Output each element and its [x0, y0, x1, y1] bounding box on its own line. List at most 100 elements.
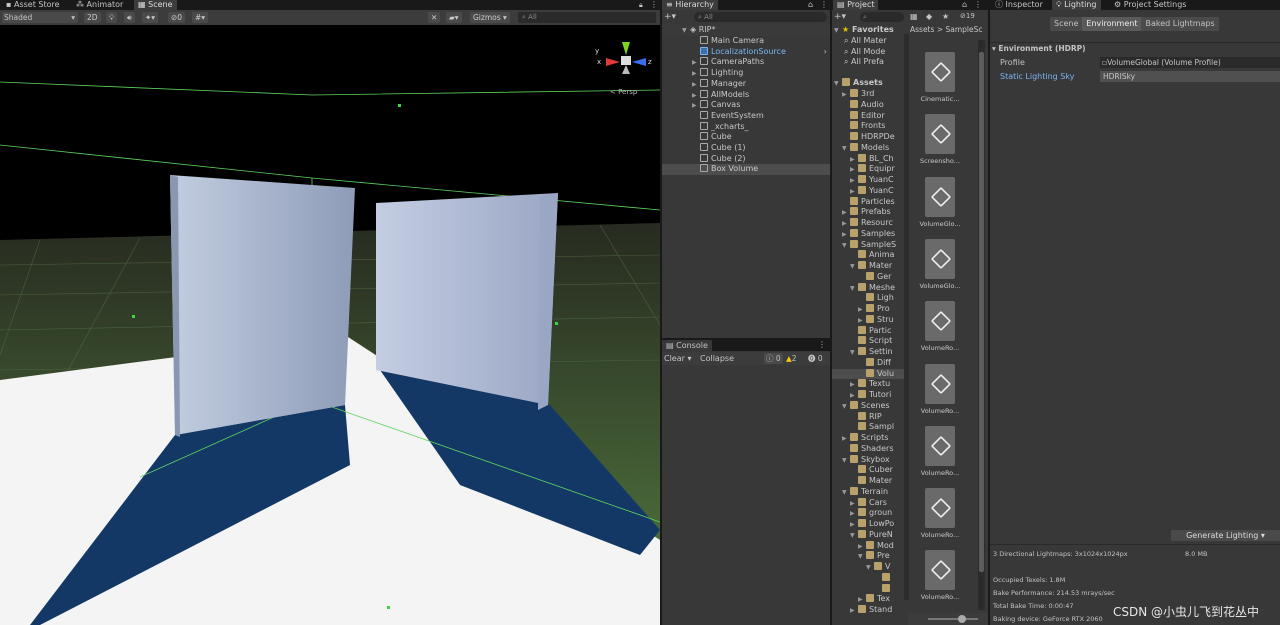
- scene-search-input[interactable]: ⌕ All: [518, 12, 656, 23]
- asset-label[interactable]: VolumeRo...: [915, 469, 965, 477]
- profile-field[interactable]: ▫VolumeGlobal (Volume Profile): [1100, 57, 1280, 68]
- hierarchy-item[interactable]: Box Volume: [662, 164, 830, 176]
- asset-label[interactable]: VolumeRo...: [915, 531, 965, 539]
- folder-item[interactable]: ▼ Scenes: [832, 400, 904, 412]
- breadcrumb[interactable]: Assets > SampleSc: [908, 24, 988, 36]
- tools-icon[interactable]: ✕: [428, 12, 441, 23]
- asset-icon[interactable]: [925, 550, 955, 591]
- filter-label-icon[interactable]: ◆: [926, 12, 932, 21]
- tab-console[interactable]: ▤ Console: [662, 340, 712, 351]
- folder-item[interactable]: ▶ YuanC: [832, 185, 904, 197]
- asset-label[interactable]: Screensho...: [915, 157, 965, 165]
- audio-icon[interactable]: 🔊︎: [124, 12, 135, 23]
- folder-item[interactable]: [832, 572, 904, 584]
- folder-item[interactable]: ▶ Cars: [832, 497, 904, 509]
- folder-item[interactable]: ▼ Models: [832, 142, 904, 154]
- hierarchy-item[interactable]: ▶ Lighting: [662, 68, 830, 79]
- asset-icon[interactable]: [925, 238, 955, 279]
- asset-icon[interactable]: [925, 425, 955, 466]
- generate-lighting-button[interactable]: Generate Lighting ▾: [1171, 530, 1280, 541]
- folder-item[interactable]: ▶ Textu: [832, 379, 904, 390]
- lock-icon[interactable]: ⌂: [962, 0, 967, 9]
- more-icon[interactable]: ⋮: [974, 0, 982, 9]
- effects-icon[interactable]: ✦▾: [142, 12, 159, 23]
- tree-scrollbar[interactable]: [904, 34, 909, 600]
- asset-icon[interactable]: [925, 363, 955, 404]
- clear-button[interactable]: Clear ▾: [664, 354, 691, 363]
- hierarchy-item[interactable]: ▶ AllModels: [662, 89, 830, 101]
- folder-item[interactable]: ▶ Resourc: [832, 218, 904, 229]
- hierarchy-item[interactable]: Cube (1): [662, 143, 830, 154]
- asset-icon[interactable]: [925, 301, 955, 342]
- warning-filter-toggle[interactable]: ▲2: [786, 353, 797, 364]
- favorite-item[interactable]: ⌕ All Mater: [832, 36, 887, 47]
- more-icon[interactable]: ⋮: [818, 340, 826, 349]
- hierarchy-search-input[interactable]: ⌕ All: [694, 12, 827, 22]
- folder-item[interactable]: ▼ Meshe: [832, 282, 904, 294]
- folder-item[interactable]: [832, 583, 904, 595]
- folder-item[interactable]: Script: [832, 336, 904, 347]
- folder-item[interactable]: ▼ PureN: [832, 529, 904, 541]
- favorite-item[interactable]: ⌕ All Prefa: [832, 57, 884, 68]
- folder-item[interactable]: ▶ Prefabs: [832, 207, 904, 218]
- folder-item[interactable]: ▶ Pro: [832, 304, 904, 315]
- folder-item[interactable]: Editor: [832, 110, 904, 122]
- static-sky-dropdown[interactable]: HDRISky: [1100, 71, 1280, 82]
- folder-item[interactable]: ▼ Settin: [832, 347, 904, 358]
- folder-item[interactable]: ▶ LowPo: [832, 519, 904, 530]
- more-icon[interactable]: ⋮: [820, 0, 828, 9]
- folder-item[interactable]: ▼ Terrain: [832, 486, 904, 498]
- folder-item[interactable]: Mater: [832, 476, 904, 487]
- folder-item[interactable]: Sampl: [832, 422, 904, 433]
- hierarchy-item[interactable]: Cube (2): [662, 153, 830, 165]
- tab-scene-lighting[interactable]: Scene: [1050, 17, 1083, 31]
- asset-icon[interactable]: [925, 488, 955, 529]
- tab-animator[interactable]: ⁂ Animator: [72, 0, 127, 10]
- scene-viewport[interactable]: y x z < Persp: [0, 25, 660, 625]
- project-search-input[interactable]: ⌕: [860, 12, 904, 22]
- lock-icon[interactable]: 🔒︎: [639, 1, 643, 10]
- folder-item[interactable]: HDRPDe: [832, 132, 904, 143]
- favorite-item[interactable]: ⌕ All Mode: [832, 47, 885, 58]
- chevron-right-icon[interactable]: ▶: [850, 606, 858, 617]
- asset-label[interactable]: Cinematic...: [915, 95, 965, 103]
- hierarchy-item[interactable]: ▶ Manager: [662, 78, 830, 90]
- folder-item[interactable]: ▶ YuanC: [832, 175, 904, 186]
- more-icon[interactable]: ⋮: [650, 0, 658, 9]
- hierarchy-item[interactable]: Main Camera: [662, 36, 830, 47]
- folder-item[interactable]: Shaders: [832, 443, 904, 455]
- folder-item[interactable]: Diff: [832, 357, 904, 369]
- orientation-gizmo[interactable]: [606, 42, 646, 74]
- tab-scene[interactable]: ▦ Scene: [134, 0, 177, 10]
- folder-item[interactable]: ▼ SampleS: [832, 239, 904, 251]
- folder-item[interactable]: ▶ Samples: [832, 228, 904, 240]
- hierarchy-item[interactable]: Cube: [662, 132, 830, 143]
- zoom-handle[interactable]: [958, 615, 966, 623]
- folder-item[interactable]: Fronts: [832, 121, 904, 132]
- hierarchy-item[interactable]: _xcharts_: [662, 121, 830, 133]
- folder-item[interactable]: Anima: [832, 250, 904, 261]
- asset-label[interactable]: VolumeRo...: [915, 593, 965, 601]
- lightbulb-icon[interactable]: 💡︎: [106, 12, 118, 23]
- chevron-right-icon[interactable]: ›: [824, 47, 827, 58]
- folder-item[interactable]: ▶ BL_Ch: [832, 153, 904, 165]
- persp-label[interactable]: < Persp: [610, 88, 637, 96]
- scrollbar-thumb[interactable]: [979, 52, 984, 572]
- folder-item[interactable]: ▼ Mater: [832, 261, 904, 272]
- folder-item[interactable]: RIP: [832, 411, 904, 423]
- hierarchy-item[interactable]: EventSystem: [662, 110, 830, 122]
- folder-item[interactable]: Ger: [832, 271, 904, 283]
- tab-environment[interactable]: Environment: [1082, 17, 1142, 31]
- folder-item[interactable]: ▶ Tutori: [832, 390, 904, 401]
- folder-item[interactable]: ▶ 3rd: [832, 89, 904, 100]
- tab-lighting[interactable]: 💡︎ Lighting: [1052, 0, 1101, 10]
- folder-item[interactable]: ▶ Equipr: [832, 164, 904, 175]
- asset-icon[interactable]: [925, 114, 955, 155]
- asset-label[interactable]: VolumeRo...: [915, 344, 965, 352]
- gizmos-dropdown[interactable]: Gizmos ▾: [470, 12, 510, 23]
- log-filter-toggle[interactable]: ⓘ 0: [764, 353, 783, 364]
- hierarchy-item[interactable]: LocalizationSource ›: [662, 46, 830, 58]
- folder-item[interactable]: Ligh: [832, 293, 904, 304]
- folder-item[interactable]: ▶ Tex: [832, 594, 904, 605]
- tab-inspector[interactable]: ⓘ Inspector: [991, 0, 1047, 10]
